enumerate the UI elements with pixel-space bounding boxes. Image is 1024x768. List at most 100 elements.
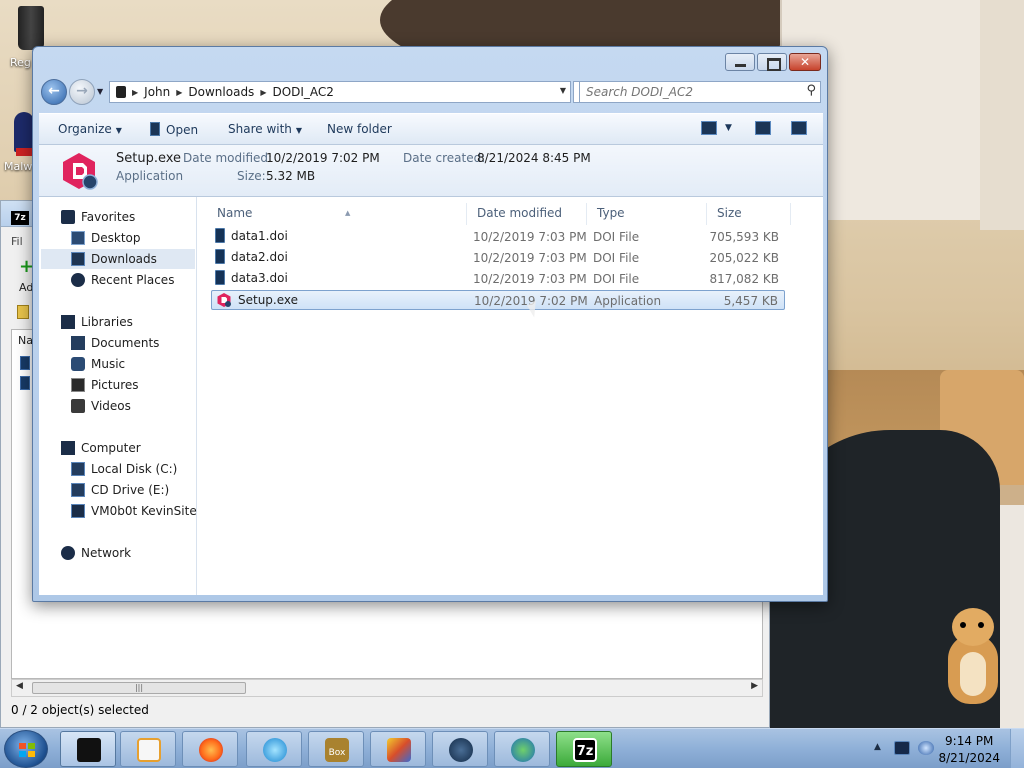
taskbar-app-7zip[interactable]: 7z	[556, 731, 612, 767]
column-header-name[interactable]: Name ▲	[211, 203, 467, 225]
column-header-size[interactable]: Size	[711, 203, 791, 225]
file-row[interactable]: data2.doi 10/2/2019 7:03 PM DOI File 205…	[211, 248, 785, 268]
setup-app-icon	[217, 293, 231, 307]
taskbar-app-archive[interactable]	[370, 731, 426, 767]
organize-button[interactable]: Organize ▼	[58, 122, 122, 136]
volume-icon[interactable]	[918, 741, 934, 755]
explorer-window[interactable]: ← → ▼ ▶ John ▶ Downloads ▶ DODI_AC2 ▼ ⇆ …	[32, 46, 828, 602]
computer-icon	[61, 441, 75, 455]
taskbar-app-explorer[interactable]	[60, 731, 116, 767]
file-type: DOI File	[593, 272, 640, 286]
show-desktop-button[interactable]	[1010, 729, 1024, 768]
file-icon	[20, 376, 30, 390]
clock[interactable]: 9:14 PM 8/21/2024	[938, 733, 1000, 767]
show-hidden-icons-icon[interactable]: ▲	[874, 742, 881, 752]
breadcrumb-separator-icon[interactable]: ▶	[176, 88, 182, 97]
navigation-bar: ← → ▼ ▶ John ▶ Downloads ▶ DODI_AC2 ▼ ⇆ …	[39, 79, 821, 105]
taskbar-app-media-player[interactable]	[120, 731, 176, 767]
taskbar-app-browser[interactable]	[246, 731, 302, 767]
open-button[interactable]: Open	[150, 122, 198, 137]
nav-recent-places[interactable]: Recent Places	[71, 270, 174, 290]
breadcrumb-downloads[interactable]: Downloads	[188, 85, 254, 99]
nav-vm-share[interactable]: VM0b0t KevinSite	[71, 501, 197, 521]
download-manager-icon	[511, 738, 535, 762]
horizontal-scrollbar[interactable]: ◀ ||| ▶	[11, 679, 763, 697]
column-header-type[interactable]: Type	[591, 203, 707, 225]
start-button[interactable]	[4, 730, 48, 768]
nav-network[interactable]: Network	[61, 543, 131, 563]
breadcrumb-separator-icon[interactable]: ▶	[260, 88, 266, 97]
minimize-button[interactable]	[725, 53, 755, 71]
taskbar-app-box-game[interactable]: Box	[308, 731, 364, 767]
nav-libraries[interactable]: Libraries	[61, 312, 133, 332]
address-bar[interactable]: ▶ John ▶ Downloads ▶ DODI_AC2 ▼	[109, 81, 571, 103]
clock-time: 9:14 PM	[945, 734, 994, 748]
7zip-icon: 7z	[573, 738, 597, 762]
new-folder-button[interactable]: New folder	[327, 122, 392, 136]
back-button[interactable]: ←	[41, 79, 67, 105]
taskbar: Box 7z ▲ 9:14 PM 8/21/2024	[0, 728, 1024, 768]
details-size-label: Size:	[237, 169, 266, 183]
rocket-app-icon	[14, 112, 34, 156]
maximize-button[interactable]	[757, 53, 787, 71]
recent-pages-dropdown-icon[interactable]: ▼	[97, 87, 103, 96]
network-globe-icon	[61, 546, 75, 560]
doi-file-icon	[215, 228, 225, 243]
breadcrumb-separator-icon[interactable]: ▶	[132, 88, 138, 97]
preview-pane-icon[interactable]	[755, 121, 771, 135]
network-status-icon[interactable]	[894, 741, 910, 755]
scroll-right-icon[interactable]: ▶	[751, 681, 758, 691]
scrollbar-thumb[interactable]: |||	[32, 682, 246, 694]
file-list[interactable]: Name ▲ Date modified Type Size data1.doi…	[197, 197, 823, 595]
address-dropdown-icon[interactable]: ▼	[560, 86, 566, 95]
system-tray: ▲ 9:14 PM 8/21/2024	[864, 729, 1024, 768]
desktop-hamster-pet[interactable]	[944, 608, 1002, 704]
nav-pictures[interactable]: Pictures	[71, 375, 139, 395]
file-row[interactable]: data3.doi 10/2/2019 7:03 PM DOI File 817…	[211, 269, 785, 289]
doi-file-icon	[215, 249, 225, 264]
nav-local-disk[interactable]: Local Disk (C:)	[71, 459, 177, 479]
nav-cd-drive[interactable]: CD Drive (E:)	[71, 480, 169, 500]
details-date-created-label: Date created:	[403, 151, 486, 165]
taskbar-app-steam[interactable]	[432, 731, 488, 767]
nav-music[interactable]: Music	[71, 354, 125, 374]
scroll-left-icon[interactable]: ◀	[16, 681, 23, 691]
nav-documents[interactable]: Documents	[71, 333, 159, 353]
search-box[interactable]: ⚲	[579, 81, 821, 103]
help-icon[interactable]	[791, 121, 807, 135]
details-file-name: Setup.exe	[116, 151, 182, 166]
column-header-date-modified[interactable]: Date modified	[471, 203, 587, 225]
file-row-selected[interactable]: Setup.exe 10/2/2019 7:02 PM Application …	[211, 290, 785, 310]
file-date: 10/2/2019 7:03 PM	[473, 251, 587, 265]
music-icon	[71, 357, 85, 371]
breadcrumb-dodi-ac2[interactable]: DODI_AC2	[272, 85, 333, 99]
nav-videos[interactable]: Videos	[71, 396, 131, 416]
nav-downloads[interactable]: Downloads	[41, 249, 195, 269]
window-controls	[725, 53, 821, 71]
details-pane: Setup.exe Application Date modified: 10/…	[39, 145, 823, 197]
close-button[interactable]	[789, 53, 821, 71]
folder-up-icon[interactable]	[17, 305, 29, 319]
chevron-down-icon: ▼	[115, 126, 122, 135]
nav-computer[interactable]: Computer	[61, 438, 141, 458]
details-date-modified-value: 10/2/2019 7:02 PM	[266, 151, 380, 165]
taskbar-app-firefox[interactable]	[182, 731, 238, 767]
doi-file-icon	[150, 122, 160, 136]
share-with-button[interactable]: Share with ▼	[228, 122, 302, 136]
file-size: 817,082 KB	[709, 272, 779, 286]
taskbar-app-download-manager[interactable]	[494, 731, 550, 767]
forward-button[interactable]: →	[69, 79, 95, 105]
sevenzip-name-column-header[interactable]: Na	[18, 334, 33, 347]
file-row[interactable]: data1.doi 10/2/2019 7:03 PM DOI File 705…	[211, 227, 785, 247]
search-icon[interactable]: ⚲	[806, 83, 816, 98]
view-options-dropdown-icon[interactable]: ▼	[725, 123, 732, 133]
chevron-down-icon: ▼	[295, 126, 303, 135]
nav-favorites[interactable]: Favorites	[61, 207, 135, 227]
arrow-left-icon: ←	[48, 83, 60, 99]
nav-desktop[interactable]: Desktop	[71, 228, 141, 248]
search-input[interactable]	[580, 82, 790, 102]
change-view-icon[interactable]	[701, 121, 717, 135]
file-type: Application	[594, 294, 662, 308]
file-type: DOI File	[593, 251, 640, 265]
breadcrumb-john[interactable]: John	[144, 85, 170, 99]
